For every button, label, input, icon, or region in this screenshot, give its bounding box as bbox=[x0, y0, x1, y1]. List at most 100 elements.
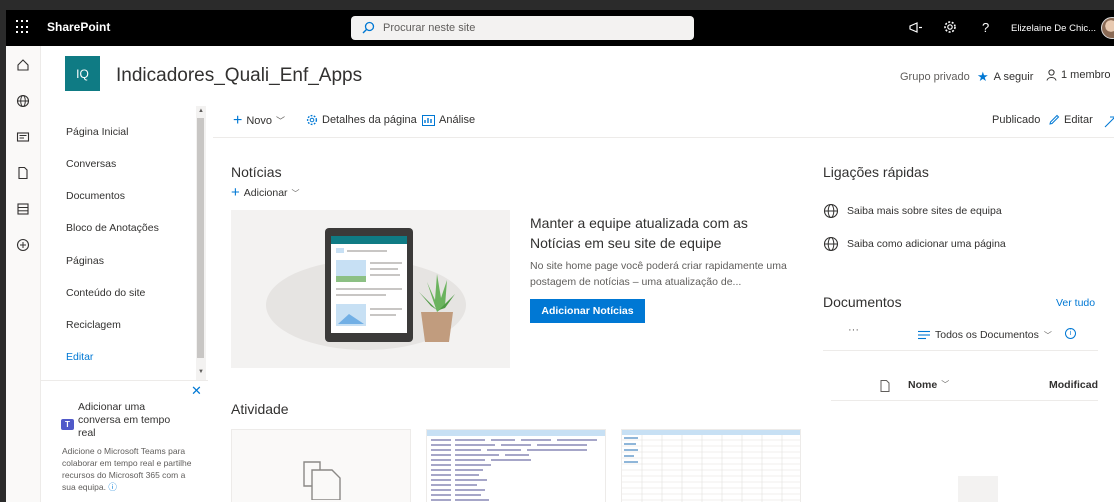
analytics-icon bbox=[422, 114, 435, 126]
info-icon[interactable]: ⓘ bbox=[108, 482, 117, 492]
activity-card[interactable] bbox=[231, 429, 411, 502]
add-news-label: Adicionar bbox=[243, 187, 288, 199]
news-description: No site home page você poderá criar rapi… bbox=[530, 260, 787, 288]
globe-icon bbox=[823, 203, 839, 219]
svg-text:?: ? bbox=[982, 20, 989, 34]
new-label: Novo bbox=[246, 114, 273, 127]
analytics-button[interactable]: Análise bbox=[422, 114, 475, 126]
page-details-button[interactable]: Detalhes da página bbox=[306, 114, 417, 126]
help-icon[interactable]: ? bbox=[981, 20, 991, 34]
page-canvas: Notícias + Adicionar ﹀ Manter a equipe a… bbox=[213, 138, 1114, 502]
analytics-label: Análise bbox=[439, 114, 476, 126]
command-bar: + Novo ﹀ Detalhes da página Análise Publ… bbox=[213, 106, 1114, 138]
follow-label: A seguir bbox=[993, 71, 1034, 83]
document-icon[interactable] bbox=[16, 166, 30, 180]
follow-button[interactable]: ★ A seguir bbox=[977, 69, 1033, 85]
suite-header: SharePoint ? Elizelaine De Chic... bbox=[6, 10, 1114, 46]
chevron-down-icon: ﹀ bbox=[276, 116, 286, 126]
site-logo[interactable]: IQ bbox=[65, 56, 100, 91]
activity-card[interactable] bbox=[426, 429, 606, 502]
documents-title: Documentos bbox=[823, 294, 902, 310]
scroll-down-icon[interactable]: ▼ bbox=[198, 369, 204, 375]
site-title[interactable]: Indicadores_Quali_Enf_Apps bbox=[116, 65, 362, 87]
search-icon bbox=[362, 21, 375, 34]
news-illustration bbox=[231, 210, 510, 368]
nav-item-conversas[interactable]: Conversas bbox=[66, 158, 116, 170]
news-headline[interactable]: Manter a equipe atualizada com as Notíci… bbox=[530, 213, 790, 253]
chevron-down-icon: ﹀ bbox=[291, 188, 300, 198]
pencil-icon bbox=[1049, 114, 1060, 125]
empty-library-illustration bbox=[958, 476, 998, 502]
teams-promo-card: ✕ T Adicionar uma conversa em tempo real… bbox=[41, 380, 208, 502]
divider bbox=[823, 350, 1098, 351]
document-icon bbox=[303, 461, 341, 500]
plus-icon: + bbox=[233, 111, 243, 129]
new-button[interactable]: + Novo ﹀ bbox=[233, 111, 286, 129]
activity-card[interactable] bbox=[621, 429, 801, 502]
scroll-up-icon[interactable]: ▲ bbox=[198, 108, 204, 114]
page-details-label: Detalhes da página bbox=[322, 114, 417, 126]
info-icon[interactable]: i bbox=[1065, 328, 1076, 339]
column-header-name[interactable]: Nome ﹀ bbox=[908, 379, 949, 391]
nav-item-bloco-anotacoes[interactable]: Bloco de Anotações bbox=[66, 222, 159, 234]
gear-icon bbox=[306, 114, 318, 126]
see-all-link[interactable]: Ver tudo bbox=[1056, 297, 1095, 309]
nav-scrollbar-thumb[interactable] bbox=[197, 118, 204, 358]
teams-icon: T bbox=[61, 419, 74, 430]
group-type-label: Grupo privado bbox=[900, 71, 970, 83]
published-status: Publicado bbox=[992, 114, 1041, 126]
view-selector-label: Todos os Documentos bbox=[935, 329, 1039, 341]
nav-item-conteudo-site[interactable]: Conteúdo do site bbox=[66, 287, 145, 299]
view-selector[interactable]: Todos os Documentos ﹀ bbox=[918, 329, 1052, 341]
globe-icon[interactable] bbox=[16, 94, 30, 108]
globe-icon bbox=[823, 236, 839, 252]
column-header-name-label: Nome bbox=[908, 379, 938, 391]
chevron-down-icon: ﹀ bbox=[941, 380, 950, 389]
news-icon[interactable] bbox=[16, 130, 30, 144]
more-actions-button[interactable]: ··· bbox=[848, 324, 859, 336]
settings-gear-icon[interactable] bbox=[943, 20, 957, 34]
members-button[interactable]: 1 membro bbox=[1046, 69, 1111, 81]
star-icon: ★ bbox=[977, 69, 989, 84]
home-icon[interactable] bbox=[16, 58, 30, 72]
plus-icon: + bbox=[231, 184, 240, 201]
sharepoint-window: SharePoint ? Elizelaine De Chic... IQ In… bbox=[6, 10, 1114, 502]
quick-link-item[interactable]: Saiba mais sobre sites de equipa bbox=[823, 203, 1002, 219]
site-navigation: Página Inicial Conversas Documentos Bloc… bbox=[41, 106, 208, 382]
edit-page-label: Editar bbox=[1064, 114, 1093, 126]
app-name[interactable]: SharePoint bbox=[47, 20, 110, 34]
nav-item-pagina-inicial[interactable]: Página Inicial bbox=[66, 126, 128, 138]
user-name[interactable]: Elizelaine De Chic... bbox=[1011, 23, 1096, 34]
quick-link-label: Saiba mais sobre sites de equipa bbox=[847, 205, 1002, 217]
nav-item-documentos[interactable]: Documentos bbox=[66, 190, 125, 202]
create-icon[interactable] bbox=[16, 238, 30, 252]
edit-page-button[interactable]: Editar bbox=[1048, 114, 1093, 126]
close-icon[interactable]: ✕ bbox=[191, 383, 202, 399]
search-box[interactable] bbox=[351, 16, 694, 40]
file-type-icon bbox=[880, 380, 890, 392]
view-list-icon bbox=[918, 330, 930, 340]
nav-item-reciclagem[interactable]: Reciclagem bbox=[66, 319, 121, 331]
user-avatar[interactable] bbox=[1101, 17, 1114, 39]
divider bbox=[831, 400, 1098, 401]
app-launcher-icon[interactable] bbox=[16, 20, 30, 34]
megaphone-icon[interactable] bbox=[909, 22, 923, 34]
quick-link-item[interactable]: Saiba como adicionar uma página bbox=[823, 236, 1006, 252]
members-label: 1 membro bbox=[1061, 69, 1111, 81]
nav-edit-link[interactable]: Editar bbox=[66, 351, 93, 363]
person-icon bbox=[1046, 69, 1057, 81]
teams-card-title[interactable]: Adicionar uma conversa em tempo real bbox=[78, 401, 188, 440]
app-rail bbox=[6, 46, 41, 502]
news-section-title: Notícias bbox=[231, 164, 282, 180]
nav-item-paginas[interactable]: Páginas bbox=[66, 255, 104, 267]
add-news-button[interactable]: + Adicionar ﹀ bbox=[231, 184, 300, 201]
add-news-primary-button[interactable]: Adicionar Notícias bbox=[530, 299, 645, 323]
quick-link-label: Saiba como adicionar uma página bbox=[847, 238, 1006, 250]
lists-icon[interactable] bbox=[16, 202, 30, 216]
search-input[interactable] bbox=[383, 19, 683, 37]
site-header: IQ Indicadores_Quali_Enf_Apps Grupo priv… bbox=[41, 46, 1114, 106]
teams-card-body: Adicione o Microsoft Teams para colabora… bbox=[62, 445, 197, 493]
expand-icon[interactable] bbox=[1104, 116, 1114, 128]
column-header-modified[interactable]: Modificad bbox=[1049, 379, 1098, 391]
chevron-down-icon: ﹀ bbox=[1043, 330, 1052, 340]
